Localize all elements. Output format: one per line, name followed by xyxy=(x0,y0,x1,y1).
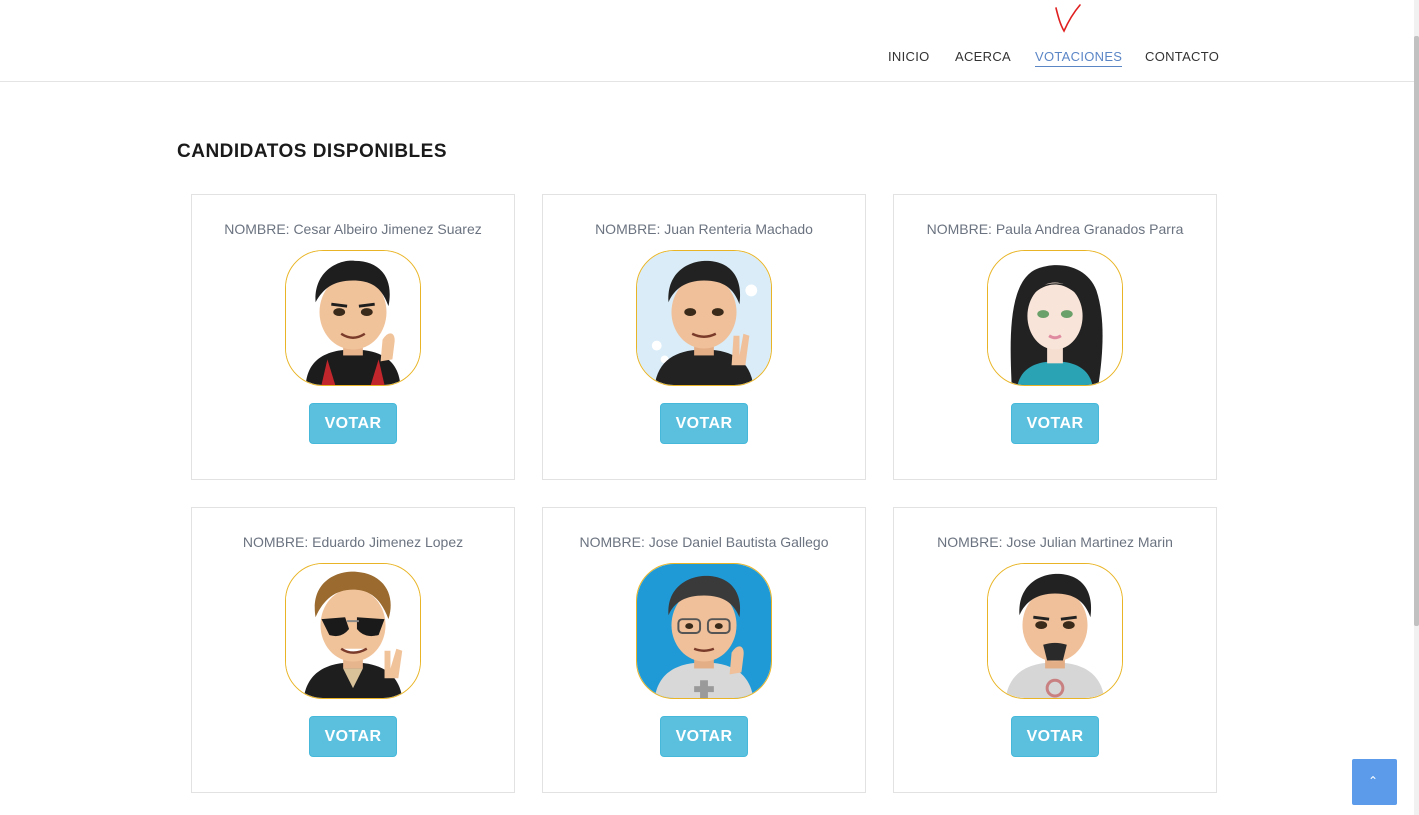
avatar-icon xyxy=(987,250,1123,386)
avatar-icon xyxy=(285,563,421,699)
candidate-card: NOMBRE: Cesar Albeiro Jimenez Suarez VOT… xyxy=(191,194,515,480)
candidate-name: NOMBRE: Cesar Albeiro Jimenez Suarez xyxy=(224,221,482,237)
candidate-card: NOMBRE: Paula Andrea Granados Parra VOTA… xyxy=(893,194,1217,480)
candidate-name: NOMBRE: Jose Daniel Bautista Gallego xyxy=(579,534,829,550)
main-nav: INICIO ACERCA VOTACIONES CONTACTO xyxy=(0,49,1414,69)
vote-button[interactable]: VOTAR xyxy=(309,403,397,444)
nav-item-inicio[interactable]: INICIO xyxy=(888,49,930,65)
vote-button[interactable]: VOTAR xyxy=(660,716,748,757)
chevron-up-icon: ⌃ xyxy=(1368,774,1379,788)
candidate-name: NOMBRE: Paula Andrea Granados Parra xyxy=(926,221,1184,237)
page: INICIO ACERCA VOTACIONES CONTACTO CANDID… xyxy=(0,0,1419,815)
scrollbar-thumb[interactable] xyxy=(1414,36,1419,626)
candidate-card: NOMBRE: Jose Daniel Bautista Gallego VOT… xyxy=(542,507,866,793)
vote-button[interactable]: VOTAR xyxy=(309,716,397,757)
avatar-icon xyxy=(636,563,772,699)
candidate-card: NOMBRE: Jose Julian Martinez Marin VOTAR xyxy=(893,507,1217,793)
candidate-name: NOMBRE: Juan Renteria Machado xyxy=(595,221,813,237)
nav-item-votaciones[interactable]: VOTACIONES xyxy=(1035,49,1123,67)
avatar-icon xyxy=(285,250,421,386)
candidate-card: NOMBRE: Eduardo Jimenez Lopez VOTAR xyxy=(191,507,515,793)
vote-button[interactable]: VOTAR xyxy=(1011,716,1099,757)
nav-item-contacto[interactable]: CONTACTO xyxy=(1145,49,1219,65)
back-to-top-button[interactable]: ⌃ xyxy=(1352,759,1397,805)
avatar-icon xyxy=(636,250,772,386)
avatar-icon xyxy=(987,563,1123,699)
section-title: CANDIDATOS DISPONIBLES xyxy=(177,141,447,162)
nav-item-acerca[interactable]: ACERCA xyxy=(955,49,1011,65)
header: INICIO ACERCA VOTACIONES CONTACTO xyxy=(0,0,1414,82)
candidate-name: NOMBRE: Jose Julian Martinez Marin xyxy=(937,534,1173,550)
candidate-name: NOMBRE: Eduardo Jimenez Lopez xyxy=(242,534,464,550)
candidate-card: NOMBRE: Juan Renteria Machado VOTAR xyxy=(542,194,866,480)
red-annotation-mark xyxy=(1055,4,1081,33)
vote-button[interactable]: VOTAR xyxy=(1011,403,1099,444)
vote-button[interactable]: VOTAR xyxy=(660,403,748,444)
